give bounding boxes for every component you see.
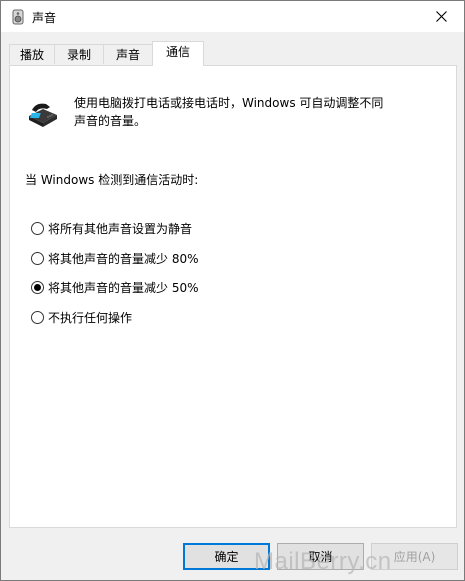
title-bar: 声音: [1, 1, 464, 32]
watermark: MailBerry.cn: [254, 548, 392, 575]
tab-strip: 播放 录制 声音 通信: [9, 41, 457, 66]
speaker-icon: [12, 9, 24, 25]
radio-button[interactable]: [31, 221, 44, 235]
radio-button[interactable]: [31, 310, 44, 324]
tab-recording[interactable]: 录制: [54, 44, 104, 64]
radio-label: 将其他声音的音量减少 50%: [48, 280, 199, 295]
description-line: 声音的音量。: [74, 114, 147, 128]
radio-option-do-nothing[interactable]: 不执行任何操作: [31, 308, 132, 326]
tab-sounds[interactable]: 声音: [103, 44, 153, 64]
phone-icon: [29, 103, 57, 127]
description-line: 使用电脑拨打电话或接电话时，Windows 可自动调整不同: [74, 96, 384, 110]
radio-button[interactable]: [31, 251, 44, 265]
sound-dialog: 声音 播放 录制 声音 通信 使用电脑拨打电话或接电话时，Windows 可自动…: [0, 0, 465, 581]
communications-panel: 使用电脑拨打电话或接电话时，Windows 可自动调整不同 声音的音量。 当 W…: [9, 65, 457, 528]
section-label: 当 Windows 检测到通信活动时:: [25, 173, 199, 187]
close-icon: [435, 11, 447, 22]
tab-communications[interactable]: 通信: [152, 41, 204, 66]
radio-label: 将所有其他声音设置为静音: [48, 221, 193, 236]
radio-option-reduce-80[interactable]: 将其他声音的音量减少 80%: [31, 249, 199, 267]
radio-option-reduce-50[interactable]: 将其他声音的音量减少 50%: [31, 278, 199, 296]
close-button[interactable]: [418, 1, 464, 32]
radio-label: 不执行任何操作: [48, 310, 133, 325]
radio-label: 将其他声音的音量减少 80%: [48, 251, 199, 266]
radio-button-selected[interactable]: [31, 280, 44, 294]
radio-option-mute-all[interactable]: 将所有其他声音设置为静音: [31, 219, 192, 237]
tab-playback[interactable]: 播放: [9, 44, 55, 64]
description-text: 使用电脑拨打电话或接电话时，Windows 可自动调整不同 声音的音量。: [74, 94, 444, 130]
window-title: 声音: [32, 11, 57, 25]
